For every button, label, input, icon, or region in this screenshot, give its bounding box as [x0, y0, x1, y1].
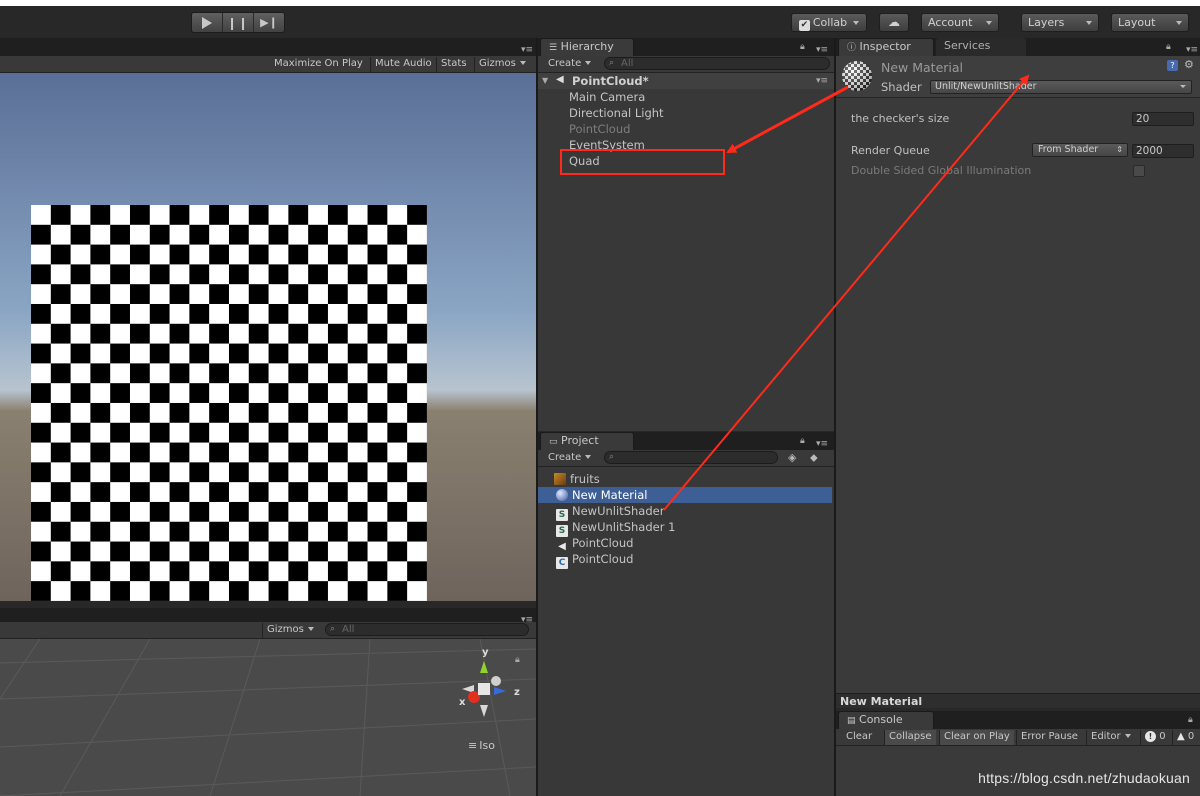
- watermark-text: https://blog.csdn.net/zhudaokuan: [978, 770, 1190, 786]
- arrow-to-quad: [726, 85, 849, 154]
- arrow-to-shader: [663, 74, 1030, 511]
- unity-editor-window: ❙❙ ▶❙ ✔ Collab ☁ Account Layers Layout ▾≡…: [0, 6, 1200, 796]
- annotation-arrows: [663, 74, 1030, 511]
